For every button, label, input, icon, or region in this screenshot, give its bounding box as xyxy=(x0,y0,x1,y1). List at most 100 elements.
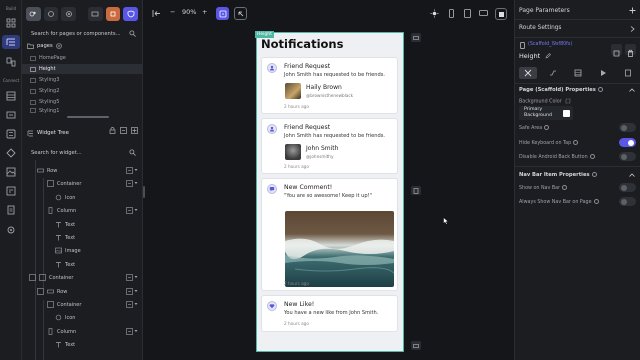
add-page-icon[interactable] xyxy=(55,43,62,49)
app-state-icon[interactable] xyxy=(5,128,17,140)
lock-icon[interactable] xyxy=(109,127,116,134)
preview-toggle-icon[interactable] xyxy=(495,8,507,20)
palette-tab-icon[interactable] xyxy=(26,7,41,21)
page-item-homepage[interactable]: HomePage xyxy=(22,53,143,63)
color-picker-icon[interactable] xyxy=(565,98,571,104)
tree-node-image[interactable]: Image xyxy=(22,244,143,257)
tree-node-column[interactable]: Column xyxy=(22,204,143,217)
checkbox-icon[interactable] xyxy=(29,274,36,281)
collapse-panel-icon[interactable] xyxy=(152,9,161,18)
data-schema-icon[interactable] xyxy=(5,90,17,102)
page-item-styling5[interactable]: Styling5 xyxy=(22,97,143,107)
page-item-height[interactable]: Height xyxy=(22,64,143,74)
chevron-up-icon[interactable] xyxy=(629,88,635,92)
pages-folder[interactable]: pages xyxy=(27,43,62,49)
tree-node-text[interactable]: Text xyxy=(22,218,143,231)
phone-view-icon[interactable] xyxy=(447,9,456,18)
edit-icon[interactable] xyxy=(545,53,551,59)
notification-card[interactable]: New Like! You have a new like from John … xyxy=(261,295,398,332)
page-item-styling2[interactable]: Styling2 xyxy=(22,86,143,96)
chevron-up-icon[interactable] xyxy=(629,173,635,177)
tablet-view-icon[interactable] xyxy=(463,9,472,18)
checkbox-icon[interactable] xyxy=(37,287,44,295)
custom-code-icon[interactable] xyxy=(5,147,17,159)
tree-node-text[interactable]: Text xyxy=(22,258,143,271)
wrap-widget-icon[interactable] xyxy=(126,301,133,308)
background-color-select[interactable]: Primary Background xyxy=(519,106,573,120)
wrap-widget-icon[interactable] xyxy=(126,207,133,214)
expand-middle-icon[interactable] xyxy=(411,186,421,195)
widget-tree-icon[interactable] xyxy=(2,35,20,49)
responsive-mode-icon[interactable] xyxy=(216,7,229,20)
tree-node-text[interactable]: Text xyxy=(22,231,143,244)
expand-bottom-icon[interactable] xyxy=(411,341,421,350)
wrap-widget-icon[interactable] xyxy=(126,327,133,335)
notification-card[interactable]: New Comment! "You are so awesome! Keep i… xyxy=(261,178,398,291)
search-pages-input[interactable]: Search for pages or components... xyxy=(27,27,138,40)
chevron-down-icon[interactable] xyxy=(134,302,138,306)
tree-node-container[interactable]: Container xyxy=(22,298,143,311)
components-tab-icon[interactable] xyxy=(61,7,77,21)
zoom-out-button[interactable]: − xyxy=(170,8,175,16)
nav-bar-properties-header[interactable]: Nav Bar Item Properties xyxy=(519,172,636,178)
delete-button[interactable] xyxy=(625,44,636,57)
page-item-styling3[interactable]: Styling3 xyxy=(22,75,143,85)
tree-node-row[interactable]: Row xyxy=(22,164,143,177)
phone-preview[interactable]: Notifications Friend Request John Smith … xyxy=(256,32,404,352)
add-parameter-icon[interactable] xyxy=(629,7,636,14)
page-item-styling1[interactable]: Styling1 xyxy=(22,108,143,114)
copy-page-icon[interactable] xyxy=(105,7,121,21)
desktop-view-icon[interactable] xyxy=(479,9,488,18)
tree-node-icon[interactable]: Icon xyxy=(22,191,143,204)
scaffold-properties-header[interactable]: Page (Scaffold) Properties xyxy=(519,87,636,93)
settings-icon[interactable] xyxy=(5,224,17,236)
chevron-down-icon[interactable] xyxy=(134,275,138,279)
tree-node-container[interactable]: Container xyxy=(22,271,143,284)
theme-icon[interactable] xyxy=(5,185,17,197)
duplicate-button[interactable] xyxy=(611,44,622,57)
backend-query-tab[interactable] xyxy=(569,67,587,79)
tree-node-column[interactable]: Column xyxy=(22,325,143,338)
wrap-widget-icon[interactable] xyxy=(126,274,133,281)
notification-card[interactable]: Friend Request John Smith has requested … xyxy=(261,118,398,174)
widget-palette-icon[interactable] xyxy=(5,17,17,29)
layers-tab-icon[interactable] xyxy=(43,7,59,21)
properties-tab[interactable] xyxy=(519,67,537,79)
animations-tab[interactable] xyxy=(594,67,612,79)
route-settings-row[interactable]: Route Settings xyxy=(519,25,636,31)
media-assets-icon[interactable] xyxy=(5,166,17,178)
shield-icon[interactable] xyxy=(123,7,138,21)
safe-area-toggle[interactable] xyxy=(619,123,636,132)
documents-icon[interactable] xyxy=(5,204,17,216)
camera-icon[interactable] xyxy=(87,7,103,21)
wrap-widget-icon[interactable] xyxy=(126,287,133,295)
hide-keyboard-toggle[interactable] xyxy=(619,138,636,147)
tree-node-row[interactable]: Row xyxy=(22,285,143,298)
search-widget-input[interactable]: Search for widget... xyxy=(27,146,138,159)
light-mode-icon[interactable] xyxy=(430,9,439,18)
tree-node-icon[interactable]: Icon xyxy=(22,311,143,324)
collapse-icon[interactable] xyxy=(120,127,127,134)
chevron-down-icon[interactable] xyxy=(134,289,138,293)
notes-tab[interactable] xyxy=(619,67,637,79)
chevron-right-icon[interactable] xyxy=(630,26,635,32)
disable-back-toggle[interactable] xyxy=(619,152,636,161)
tree-node-text[interactable]: Text xyxy=(22,338,143,351)
panel-resize-handle[interactable] xyxy=(143,186,145,198)
tree-node-container[interactable]: Container xyxy=(22,177,143,190)
select-mode-icon[interactable] xyxy=(234,7,247,20)
chevron-down-icon[interactable] xyxy=(134,329,138,333)
chevron-down-icon[interactable] xyxy=(134,208,138,212)
expand-top-icon[interactable] xyxy=(411,33,421,42)
wrap-widget-icon[interactable] xyxy=(126,180,133,188)
wrap-widget-icon[interactable] xyxy=(126,167,133,174)
zoom-in-button[interactable]: + xyxy=(202,8,207,16)
show-nav-toggle[interactable] xyxy=(619,183,636,192)
expand-icon[interactable] xyxy=(131,127,138,134)
chevron-down-icon[interactable] xyxy=(134,181,138,185)
api-calls-icon[interactable] xyxy=(5,109,17,121)
notification-card[interactable]: Friend Request John Smith has requested … xyxy=(261,57,398,114)
pages-scrollbar[interactable] xyxy=(67,116,109,118)
storyboard-icon[interactable] xyxy=(5,56,17,68)
zoom-level[interactable]: 90% xyxy=(182,8,196,16)
